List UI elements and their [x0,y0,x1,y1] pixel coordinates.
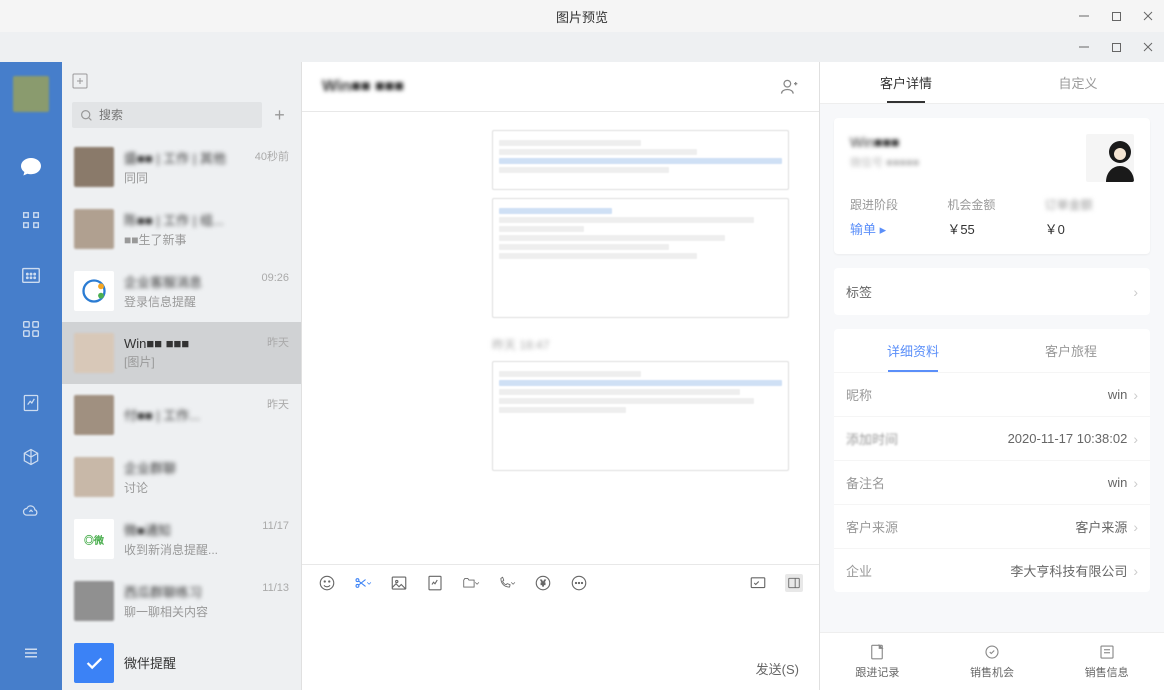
file-icon[interactable] [426,574,444,592]
chat-item[interactable]: Win■■ ■■■[图片]昨天 [62,322,301,384]
chat-sidebar: + 盛■■ | 工作 | 其他同同40秒前陈■■ | 工作 | 组...■■生了… [62,62,302,690]
inner-window-controls [0,32,1164,62]
message-area[interactable]: 昨天 18:47 [302,112,819,564]
my-avatar[interactable] [13,76,49,112]
panel-toggle-icon[interactable] [785,574,803,592]
detail-row[interactable]: 昵称win › [834,372,1150,416]
timestamp-label: 昨天 18:47 [492,336,789,353]
folder-icon[interactable] [462,574,480,592]
chat-item[interactable]: 陈■■ | 工作 | 组...■■生了新事 [62,198,301,260]
send-button[interactable]: 发送(S) [756,659,799,678]
note-icon [868,643,886,661]
chat-title: Win■■ ■■■ [322,78,404,96]
emoji-icon[interactable] [318,574,336,592]
minimize-icon[interactable] [1068,32,1100,62]
customer-sub: 微信号 ■■■■■ [850,154,1074,170]
chat-item[interactable]: 西瓜群聊练习聊一聊相关内容11/13 [62,570,301,632]
chat-item[interactable]: ◎微微■通知收到新消息提醒...11/17 [62,508,301,570]
new-tab-icon[interactable] [72,73,90,91]
close-icon[interactable] [1132,32,1164,62]
cube-icon[interactable] [18,444,44,470]
stat-order: 订单金额 ￥0 [1045,196,1134,238]
chat-item[interactable]: 企业客服消息登录信息提醒09:26 [62,260,301,322]
search-input[interactable] [99,108,254,122]
message-image[interactable] [492,361,789,471]
message-image[interactable] [492,198,789,318]
subtab-details[interactable]: 详细资料 [834,329,992,372]
left-nav [0,62,62,690]
menu-icon[interactable] [18,640,44,666]
contacts-icon[interactable] [18,208,44,234]
panel-bottom-nav: 跟进记录 销售机会 销售信息 [820,632,1164,690]
chat-item[interactable]: 微伴提醒 [62,632,301,690]
customer-panel: 客户详情 自定义 Win■■■ 微信号 ■■■■■ 跟进阶段 输单 ▸ 机会金额… [820,62,1164,690]
detail-row[interactable]: 添加时间2020-11-17 10:38:02 › [834,416,1150,460]
subtab-journey[interactable]: 客户旅程 [992,329,1150,372]
svg-text:¥: ¥ [540,579,546,588]
money-icon[interactable]: ¥ [534,574,552,592]
maximize-icon[interactable] [1100,32,1132,62]
sales-icon [1098,643,1116,661]
add-member-icon[interactable] [779,77,799,97]
cloud-icon[interactable] [18,498,44,524]
customer-name: Win■■■ [850,134,1074,150]
labels-title: 标签 [846,282,872,301]
detail-row[interactable]: 企业李大亨科技有限公司 › [834,548,1150,592]
doc-icon[interactable] [18,390,44,416]
sub-tabs: 详细资料 客户旅程 [834,329,1150,372]
customer-avatar [1086,134,1134,182]
outer-titlebar: 图片预览 [0,0,1164,32]
window-title: 图片预览 [556,7,608,26]
panel-tabs: 客户详情 自定义 [820,62,1164,104]
tab-customer-detail[interactable]: 客户详情 [820,62,992,103]
bottom-followup[interactable]: 跟进记录 [820,633,935,690]
chat-list: 盛■■ | 工作 | 其他同同40秒前陈■■ | 工作 | 组...■■生了新事… [62,136,301,690]
chat-header: Win■■ ■■■ [302,62,819,112]
customer-card: Win■■■ 微信号 ■■■■■ 跟进阶段 输单 ▸ 机会金额 ￥55 订单金额… [834,118,1150,254]
add-button[interactable]: + [268,102,291,128]
minimize-icon[interactable] [1068,0,1100,32]
chevron-right-icon: › [1133,284,1138,300]
message-image[interactable] [492,130,789,190]
message-input[interactable]: 发送(S) [302,600,819,690]
chat-main: Win■■ ■■■ 昨天 18:47 ¥ 发送(S) [302,62,820,690]
input-toolbar: ¥ [302,564,819,600]
search-icon [80,109,93,122]
calendar-icon[interactable] [18,262,44,288]
quickreply-icon[interactable] [749,574,767,592]
detail-row[interactable]: 客户来源客户来源 › [834,504,1150,548]
chat-item[interactable]: 盛■■ | 工作 | 其他同同40秒前 [62,136,301,198]
detail-list: 昵称win ›添加时间2020-11-17 10:38:02 ›备注名win ›… [834,372,1150,592]
apps-icon[interactable] [18,316,44,342]
chat-item[interactable]: 企业群聊讨论 [62,446,301,508]
scissors-icon[interactable] [354,574,372,592]
close-icon[interactable] [1132,0,1164,32]
search-box[interactable] [72,102,262,128]
maximize-icon[interactable] [1100,0,1132,32]
phone-icon[interactable] [498,574,516,592]
stat-stage: 跟进阶段 输单 ▸ [850,196,939,238]
chat-item[interactable]: 付■■ | 工作...昨天 [62,384,301,446]
bottom-sales[interactable]: 销售信息 [1049,633,1164,690]
outer-window-controls [1068,0,1164,32]
chat-icon[interactable] [18,154,44,180]
labels-row[interactable]: 标签 › [834,268,1150,315]
image-icon[interactable] [390,574,408,592]
stage-link[interactable]: 输单 ▸ [850,219,939,238]
detail-row[interactable]: 备注名win › [834,460,1150,504]
stat-opportunity: 机会金额 ￥55 [947,196,1036,238]
more-icon[interactable] [570,574,588,592]
tab-custom[interactable]: 自定义 [992,62,1164,103]
bottom-opportunity[interactable]: 销售机会 [935,633,1050,690]
opportunity-icon [983,643,1001,661]
